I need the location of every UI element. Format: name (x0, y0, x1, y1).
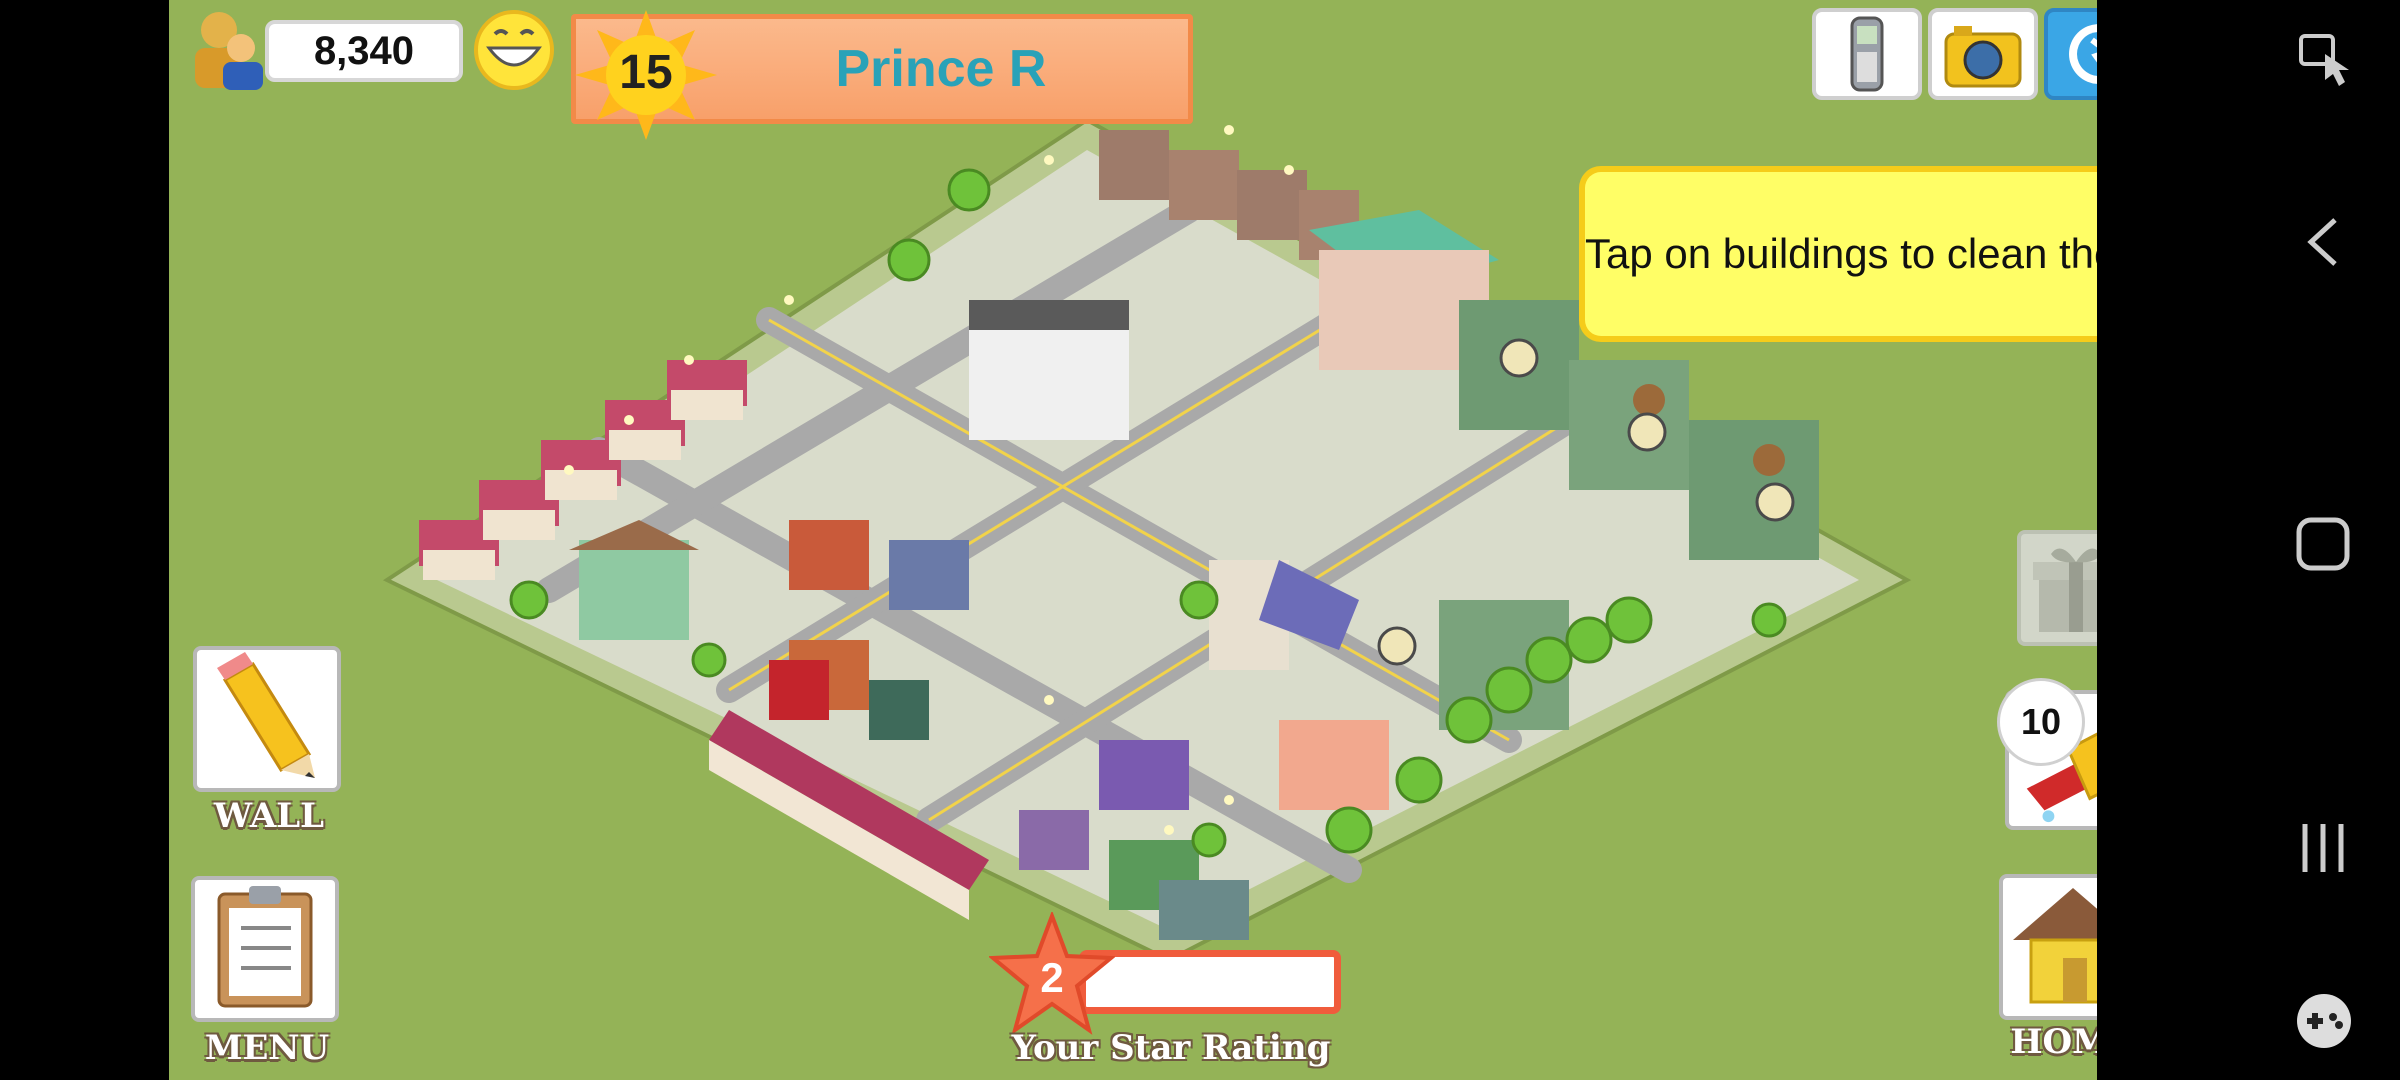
home-nav-icon[interactable] (2295, 516, 2351, 572)
city-hall[interactable] (969, 300, 1129, 440)
back-icon[interactable] (2303, 214, 2343, 270)
clipboard-icon (217, 886, 313, 1008)
player-name: Prince R (835, 40, 1047, 98)
phone-button[interactable] (1812, 8, 1922, 100)
recents-icon[interactable] (2297, 820, 2349, 876)
pencil-icon (217, 652, 315, 778)
home-button[interactable] (1999, 874, 2097, 1020)
menu-button[interactable] (191, 876, 339, 1022)
cellphone-icon (1850, 16, 1884, 92)
star-rating-label: Your Star Rating (1011, 1028, 1331, 1068)
level-number: 15 (619, 46, 673, 99)
smiley-icon[interactable] (471, 8, 557, 92)
house-icon (2013, 888, 2097, 1004)
tooltip-text: Tap on buildings to clean them. (1585, 230, 2097, 277)
game-network-button[interactable] (2044, 8, 2097, 100)
people-icon (195, 12, 263, 90)
level-banner[interactable]: Prince R 15 (571, 10, 1195, 140)
home-label: HOME (2010, 1022, 2097, 1062)
wall-label: WALL (213, 796, 325, 836)
game-viewport[interactable]: 8,340 Prince R 15 Tap on buildings to cl… (169, 0, 2097, 1080)
camera-button[interactable] (1928, 8, 2038, 100)
population-counter[interactable]: 8,340 (181, 8, 471, 90)
camera-icon (1944, 26, 2022, 88)
clean-count-badge: 10 (1997, 678, 2085, 766)
gamepad-icon[interactable] (2293, 990, 2355, 1052)
system-nav-bar (2097, 0, 2400, 1080)
star-rating-value: 2 (1040, 954, 1064, 1001)
population-value: 8,340 (265, 20, 463, 82)
gift-button[interactable] (2017, 530, 2097, 646)
clean-button[interactable]: 10 (1997, 678, 2097, 830)
star-rating-progress-bar (1079, 950, 1341, 1014)
tutorial-tooltip: Tap on buildings to clean them. (1579, 166, 2097, 342)
game-network-icon (2069, 24, 2097, 84)
wall-button[interactable] (193, 646, 341, 792)
screen-touch-icon[interactable] (2295, 30, 2355, 90)
star-rating[interactable]: 2 Your Star Rating (989, 912, 1529, 1080)
menu-label: MENU (204, 1028, 330, 1068)
gift-icon (2033, 548, 2097, 632)
